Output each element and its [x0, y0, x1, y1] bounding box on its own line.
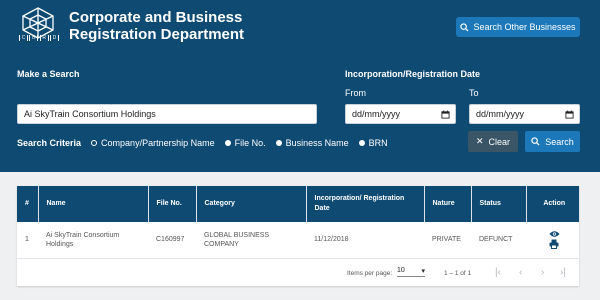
results-card: # Name File No. Category Incorporation/ …: [17, 186, 579, 286]
row-number: 1: [17, 222, 38, 259]
radio-indicator[interactable]: [224, 140, 231, 146]
items-per-page-label: Items per page:: [347, 270, 393, 277]
logo-letter: R: [39, 35, 49, 41]
from-date-placeholder: dd/mm/yyyy: [352, 109, 401, 119]
items-per-page-value: 10: [397, 267, 405, 274]
row-date: 11/12/2018: [306, 222, 424, 259]
logo-letter: C: [19, 35, 28, 41]
column-header: #: [17, 186, 39, 222]
radio-label: File No.: [234, 138, 266, 148]
page-range: 1 – 1 of 1: [444, 270, 472, 277]
page-title: Corporate and Business Registration Depa…: [69, 9, 245, 43]
radio-label: BRN: [368, 138, 388, 148]
search-other-businesses-label: Search Other Businesses: [473, 22, 576, 32]
table-row: 1 Ai SkyTrain Consortium Holdings C16099…: [17, 222, 579, 259]
radio-indicator[interactable]: [91, 140, 98, 146]
criteria-label: Search Criteria: [17, 138, 82, 148]
radio-label: Business Name: [285, 138, 349, 148]
clear-button[interactable]: ✕ Clear: [468, 131, 518, 152]
column-header: Category: [196, 186, 307, 222]
radio-business-name[interactable]: Business Name: [275, 138, 349, 148]
table-header-row: # Name File No. Category Incorporation/ …: [17, 186, 579, 222]
logo-letter: B: [29, 35, 39, 41]
from-date-input[interactable]: dd/mm/yyyy: [345, 104, 456, 124]
radio-label: Company/Partnership Name: [101, 138, 215, 148]
last-page-icon[interactable]: ›|: [560, 267, 566, 278]
column-header: Incorporation/ Registration Date: [306, 186, 425, 222]
items-per-page-select[interactable]: 10 ▾: [397, 267, 425, 277]
radio-file-no[interactable]: File No.: [224, 138, 266, 148]
first-page-icon[interactable]: |‹: [495, 267, 501, 278]
to-date-input[interactable]: dd/mm/yyyy: [469, 104, 580, 124]
row-actions: [526, 222, 579, 259]
row-file-no: C160997: [148, 222, 196, 259]
column-header: Status: [471, 186, 527, 222]
radio-brn[interactable]: BRN: [358, 138, 388, 148]
next-page-icon[interactable]: ›: [541, 267, 544, 278]
print-icon[interactable]: [549, 239, 559, 250]
row-nature: PRIVATE: [424, 222, 471, 259]
to-label: To: [469, 88, 479, 98]
from-label: From: [345, 88, 366, 98]
search-criteria: Search Criteria Company/Partnership Name…: [17, 138, 388, 148]
row-category: GLOBAL BUSINESS COMPANY: [196, 222, 306, 259]
clear-label: Clear: [488, 136, 511, 147]
column-header: Nature: [424, 186, 472, 222]
logo-letters: C B R D: [19, 35, 59, 41]
logo-letter: D: [49, 35, 59, 41]
chevron-down-icon: ▾: [421, 268, 425, 275]
previous-page-icon[interactable]: ‹: [519, 267, 522, 278]
column-header: File No.: [148, 186, 197, 222]
row-status: DEFUNCT: [471, 222, 526, 259]
radio-company-name[interactable]: Company/Partnership Name: [91, 138, 215, 148]
search-other-businesses-button[interactable]: Search Other Businesses: [456, 17, 580, 37]
search-icon: [531, 137, 540, 146]
column-header: Action: [543, 200, 566, 207]
search-input[interactable]: Ai SkyTrain Consortium Holdings: [17, 104, 317, 124]
search-button[interactable]: Search: [525, 131, 580, 152]
paginator: Items per page: 10 ▾ 1 – 1 of 1 |‹ ‹ › ›…: [17, 264, 579, 284]
search-label: Search: [545, 136, 574, 147]
row-name: Ai SkyTrain Consortium Holdings: [38, 222, 148, 259]
column-header: Name: [38, 186, 149, 222]
to-date-placeholder: dd/mm/yyyy: [476, 109, 525, 119]
calendar-icon[interactable]: [565, 109, 574, 119]
search-icon: [460, 22, 469, 32]
radio-indicator[interactable]: [275, 140, 282, 146]
close-icon: ✕: [475, 136, 484, 146]
calendar-icon[interactable]: [441, 109, 450, 119]
eye-icon[interactable]: [548, 230, 560, 238]
make-search-label: Make a Search: [17, 69, 80, 79]
radio-indicator[interactable]: [358, 140, 365, 146]
date-section-label: Incorporation/Registration Date: [345, 69, 481, 79]
results-table: # Name File No. Category Incorporation/ …: [17, 186, 579, 259]
search-input-value: Ai SkyTrain Consortium Holdings: [24, 109, 156, 119]
